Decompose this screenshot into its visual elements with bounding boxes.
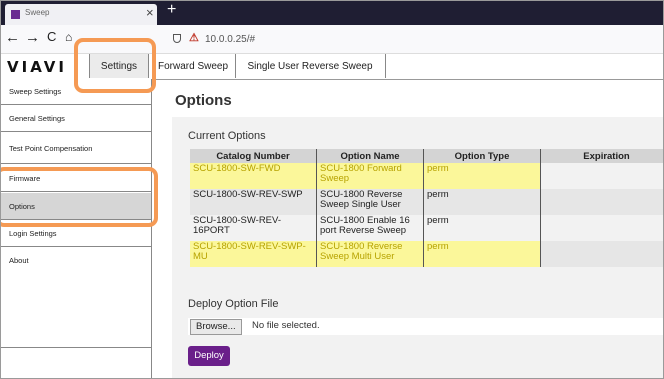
option-type-cell: perm (423, 215, 541, 241)
option-name-cell: SCU-1800 Reverse Sweep Single User (316, 189, 424, 215)
column-header-catalog-number: Catalog Number (190, 149, 317, 163)
shield-icon[interactable] (173, 34, 181, 43)
file-status-text: No file selected. (252, 320, 320, 331)
home-icon[interactable]: ⌂ (65, 30, 72, 44)
settings-sidebar: Sweep Settings General Settings Test Poi… (1, 79, 152, 378)
option-type-cell: perm (423, 163, 541, 189)
column-header-option-name: Option Name (316, 149, 424, 163)
favicon-icon (11, 10, 20, 19)
forward-icon[interactable]: → (25, 29, 40, 46)
table-row: SCU-1800-SW-FWD SCU-1800 Forward Sweep p… (190, 163, 663, 189)
column-header-option-type: Option Type (423, 149, 541, 163)
options-table: Catalog Number Option Name Option Type E… (190, 149, 663, 267)
catalog-number-cell: SCU-1800-SW-FWD (190, 163, 317, 189)
current-options-heading: Current Options (188, 130, 266, 142)
expiration-cell (540, 215, 663, 241)
sidebar-item-test-point-compensation[interactable]: Test Point Compensation (1, 133, 151, 164)
close-tab-icon[interactable]: × (146, 5, 154, 20)
viavi-logo: VIAVI (7, 58, 67, 76)
option-type-cell: perm (423, 189, 541, 215)
catalog-number-cell: SCU-1800-SW-REV-16PORT (190, 215, 317, 241)
column-header-expiration: Expiration (540, 149, 663, 163)
catalog-number-cell: SCU-1800-SW-REV-SWP (190, 189, 317, 215)
browser-tab[interactable]: Sweep × (5, 4, 157, 25)
main-content: Options Current Options Catalog Number O… (153, 79, 663, 378)
expiration-cell (540, 189, 663, 215)
option-name-cell: SCU-1800 Enable 16 port Reverse Sweep (316, 215, 424, 241)
table-row: SCU-1800-SW-REV-SWP-MU SCU-1800 Reverse … (190, 241, 663, 267)
table-row: SCU-1800-SW-REV-16PORT SCU-1800 Enable 1… (190, 215, 663, 241)
back-icon[interactable]: ← (5, 29, 20, 46)
browser-tab-title: Sweep (25, 8, 50, 17)
expiration-cell (540, 241, 663, 267)
screenshot-frame: Sweep × + ← → C ⌂ ⚠ 10.0.0.25/# VIAVI Se… (0, 0, 664, 379)
expiration-cell (540, 163, 663, 189)
insecure-lock-icon[interactable]: ⚠ (189, 31, 199, 44)
deploy-button[interactable]: Deploy (188, 346, 230, 366)
options-panel: Current Options Catalog Number Option Na… (172, 117, 663, 378)
options-menu-callout (1, 167, 158, 227)
option-type-cell: perm (423, 241, 541, 267)
sidebar-item-general-settings[interactable]: General Settings (1, 106, 151, 132)
page-title: Options (175, 92, 232, 109)
settings-tab-callout (74, 38, 156, 93)
new-tab-icon[interactable]: + (167, 1, 176, 19)
option-name-cell: SCU-1800 Reverse Sweep Multi User (316, 241, 424, 267)
catalog-number-cell: SCU-1800-SW-REV-SWP-MU (190, 241, 317, 267)
sidebar-item-about[interactable]: About (1, 248, 151, 274)
option-name-cell: SCU-1800 Forward Sweep (316, 163, 424, 189)
browse-button[interactable]: Browse... (190, 319, 242, 335)
browser-tab-bar: Sweep × + (1, 1, 663, 25)
url-field[interactable]: 10.0.0.25/# (205, 34, 255, 45)
table-row: SCU-1800-SW-REV-SWP SCU-1800 Reverse Swe… (190, 189, 663, 215)
sidebar-footer (1, 347, 151, 378)
reload-icon[interactable]: C (47, 29, 56, 44)
deploy-option-file-heading: Deploy Option File (188, 298, 279, 310)
file-input: Browse... No file selected. (188, 318, 663, 335)
tab-single-user-reverse-sweep[interactable]: Single User Reverse Sweep (235, 54, 386, 78)
tab-forward-sweep[interactable]: Forward Sweep (151, 54, 236, 78)
